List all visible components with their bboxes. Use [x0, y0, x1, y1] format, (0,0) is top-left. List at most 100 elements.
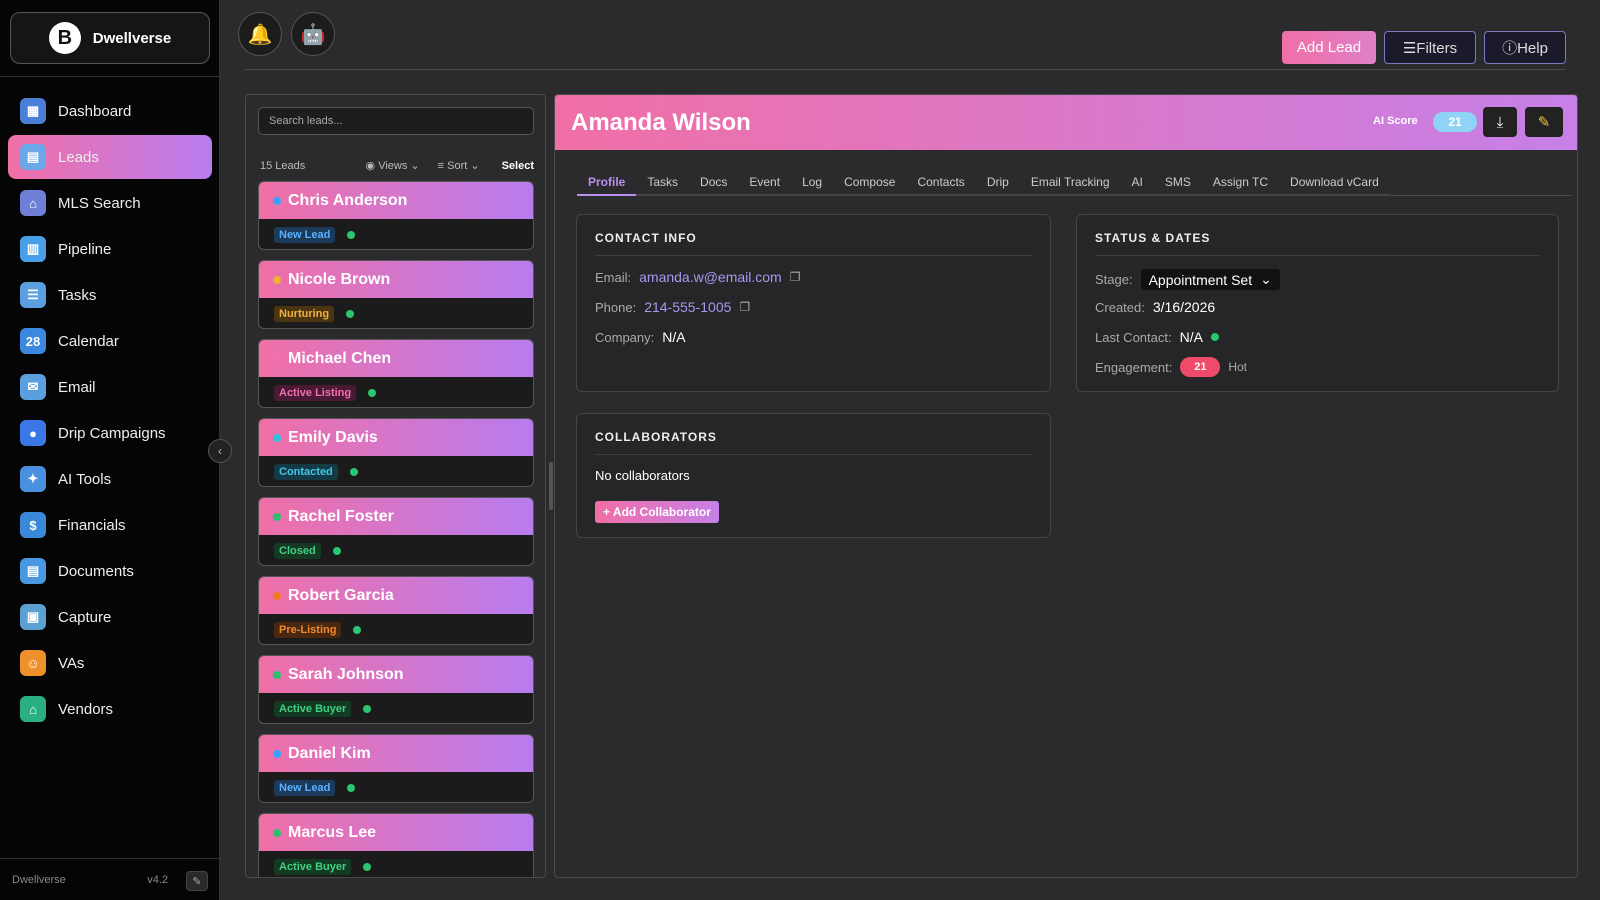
footer-version: v4.2 — [147, 873, 168, 886]
assistant-button[interactable]: 🤖 — [291, 12, 335, 56]
sidebar-item-vas[interactable]: ☺ VAs — [8, 641, 212, 685]
tab-log[interactable]: Log — [791, 169, 834, 196]
lead-card-footer: Contacted — [259, 456, 533, 486]
sidebar-item-drip-campaigns[interactable]: ● Drip Campaigns — [8, 411, 212, 455]
tab-sms[interactable]: SMS — [1153, 169, 1202, 196]
collapse-sidebar-button[interactable]: ‹ — [208, 439, 232, 463]
lead-card[interactable]: Marcus Lee Active Buyer — [258, 813, 534, 877]
sidebar-item-leads[interactable]: ▤ Leads — [8, 135, 212, 179]
sidebar-item-financials[interactable]: $ Financials — [8, 503, 212, 547]
sort-dropdown[interactable]: ≡ Sort ⌄ — [438, 159, 480, 172]
sidebar-item-email[interactable]: ✉ Email — [8, 365, 212, 409]
copy-icon[interactable]: ❐ — [739, 300, 750, 314]
ai-score-label: AI Score — [1373, 115, 1418, 127]
card-divider — [595, 454, 1032, 455]
lead-card[interactable]: Rachel Foster Closed — [258, 497, 534, 566]
sidebar-footer: Dwellverse v4.2 ✎ — [0, 858, 220, 900]
tab-docs[interactable]: Docs — [689, 169, 739, 196]
chevron-down-icon: ⌄ — [467, 160, 480, 172]
lead-card-name: Michael Chen — [288, 349, 392, 367]
sidebar-item-vendors[interactable]: ⌂ Vendors — [8, 687, 212, 731]
priority-dot — [273, 591, 281, 600]
lead-card[interactable]: Robert Garcia Pre-Listing — [258, 576, 534, 645]
help-button[interactable]: ⓘHelp — [1484, 31, 1566, 64]
tab-contacts[interactable]: Contacts — [906, 169, 976, 196]
sidebar-item-label: Leads — [58, 148, 99, 166]
sidebar-item-calendar[interactable]: 28 Calendar — [8, 319, 212, 363]
add-collaborator-button[interactable]: + Add Collaborator — [595, 501, 719, 523]
search-leads-input[interactable]: Search leads... — [258, 107, 534, 135]
sidebar: B Dwellverse ▦ Dashboard ▤ Leads ⌂ MLS Search… — [0, 0, 220, 900]
leads-count: 15 Leads — [260, 159, 306, 172]
engagement-badge: 21 — [1180, 357, 1221, 377]
sidebar-item-tasks[interactable]: ☰ Tasks — [8, 273, 212, 317]
brand-logo: B — [48, 22, 81, 54]
priority-dot — [273, 354, 281, 363]
sidebar-item-pipeline[interactable]: ▥ Pipeline — [8, 227, 212, 271]
lead-card-name: Sarah Johnson — [288, 665, 404, 683]
sidebar-nav: ▦ Dashboard ▤ Leads ⌂ MLS Search ▥ Pipeline ☰ Tas… — [8, 89, 212, 733]
top-divider — [245, 69, 1566, 70]
edit-icon[interactable]: ✎ — [186, 871, 208, 891]
add-lead-button[interactable]: Add Lead — [1282, 31, 1376, 64]
lead-card[interactable]: Emily Davis Contacted — [258, 418, 534, 487]
tab-compose[interactable]: Compose — [833, 169, 907, 196]
tab-email-tracking[interactable]: Email Tracking — [1019, 169, 1121, 196]
lead-status-tag: Active Listing — [274, 384, 357, 401]
sidebar-item-label: Financials — [58, 516, 126, 534]
lead-card-footer: Pre-Listing — [259, 614, 533, 644]
brand-switcher[interactable]: B Dwellverse — [10, 12, 210, 64]
lead-card-name: Rachel Foster — [288, 507, 394, 525]
shop-icon: ⌂ — [20, 696, 46, 722]
filters-button[interactable]: ☰Filters — [1384, 31, 1476, 64]
tab-tasks[interactable]: Tasks — [636, 169, 690, 196]
status-dates-card: STATUS & DATES Stage: Appointment Set ⌄ C… — [1076, 214, 1559, 392]
export-button[interactable]: ⤓ — [1483, 107, 1517, 137]
notifications-button[interactable]: 🔔 — [238, 12, 282, 56]
sidebar-item-label: Pipeline — [58, 240, 112, 258]
tab-drip[interactable]: Drip — [975, 169, 1020, 196]
lead-name: Amanda Wilson — [571, 108, 751, 136]
panel-resize-handle[interactable] — [549, 462, 553, 510]
views-dropdown[interactable]: ◉ Views ⌄ — [366, 159, 420, 172]
created-value: 3/16/2026 — [1152, 299, 1216, 315]
robot-icon: 🤖 — [300, 23, 326, 46]
card-divider — [595, 255, 1032, 256]
lead-card[interactable]: Sarah Johnson Active Buyer — [258, 655, 534, 724]
stage-select[interactable]: Appointment Set ⌄ — [1140, 269, 1280, 290]
lead-card[interactable]: Daniel Kim New Lead — [258, 734, 534, 803]
company-label: Company: — [595, 329, 655, 345]
phone-link[interactable]: 214-555-1005 — [644, 299, 731, 315]
droplet-icon: ● — [20, 420, 46, 446]
priority-dot — [273, 670, 281, 679]
email-link[interactable]: amanda.w@email.com — [639, 269, 782, 285]
tab-profile[interactable]: Profile — [577, 169, 637, 196]
edit-lead-button[interactable]: ✎ — [1525, 107, 1563, 137]
sidebar-item-capture[interactable]: ▣ Capture — [8, 595, 212, 639]
sidebar-item-dashboard[interactable]: ▦ Dashboard — [8, 89, 212, 133]
lead-status-tag: Active Buyer — [274, 700, 352, 717]
sidebar-item-mls-search[interactable]: ⌂ MLS Search — [8, 181, 212, 225]
sidebar-item-documents[interactable]: ▤ Documents — [8, 549, 212, 593]
collaborators-card: COLLABORATORS No collaborators + Add Col… — [576, 413, 1051, 538]
online-dot — [346, 309, 355, 318]
select-button[interactable]: Select — [502, 160, 534, 172]
status-dates-title: STATUS & DATES — [1095, 231, 1211, 245]
collaborators-title: COLLABORATORS — [595, 430, 717, 444]
lead-card-header: Michael Chen — [259, 340, 533, 377]
lead-card-footer: Active Buyer — [259, 693, 533, 723]
sidebar-item-label: Drip Campaigns — [58, 424, 166, 442]
calendar-icon: 28 — [20, 328, 46, 354]
lead-card-name: Robert Garcia — [288, 586, 394, 604]
tab-ai[interactable]: AI — [1120, 169, 1154, 196]
lead-card-name: Daniel Kim — [288, 744, 371, 762]
chevron-down-icon: ⌄ — [407, 160, 420, 172]
tab-download-vcard[interactable]: Download vCard — [1279, 169, 1390, 196]
copy-icon[interactable]: ❐ — [790, 270, 801, 284]
tab-event[interactable]: Event — [738, 169, 792, 196]
lead-card[interactable]: Chris Anderson New Lead — [258, 181, 534, 250]
tab-assign-tc[interactable]: Assign TC — [1201, 169, 1280, 196]
lead-card[interactable]: Nicole Brown Nurturing — [258, 260, 534, 329]
lead-card[interactable]: Michael Chen Active Listing — [258, 339, 534, 408]
sidebar-item-ai-tools[interactable]: ✦ AI Tools — [8, 457, 212, 501]
